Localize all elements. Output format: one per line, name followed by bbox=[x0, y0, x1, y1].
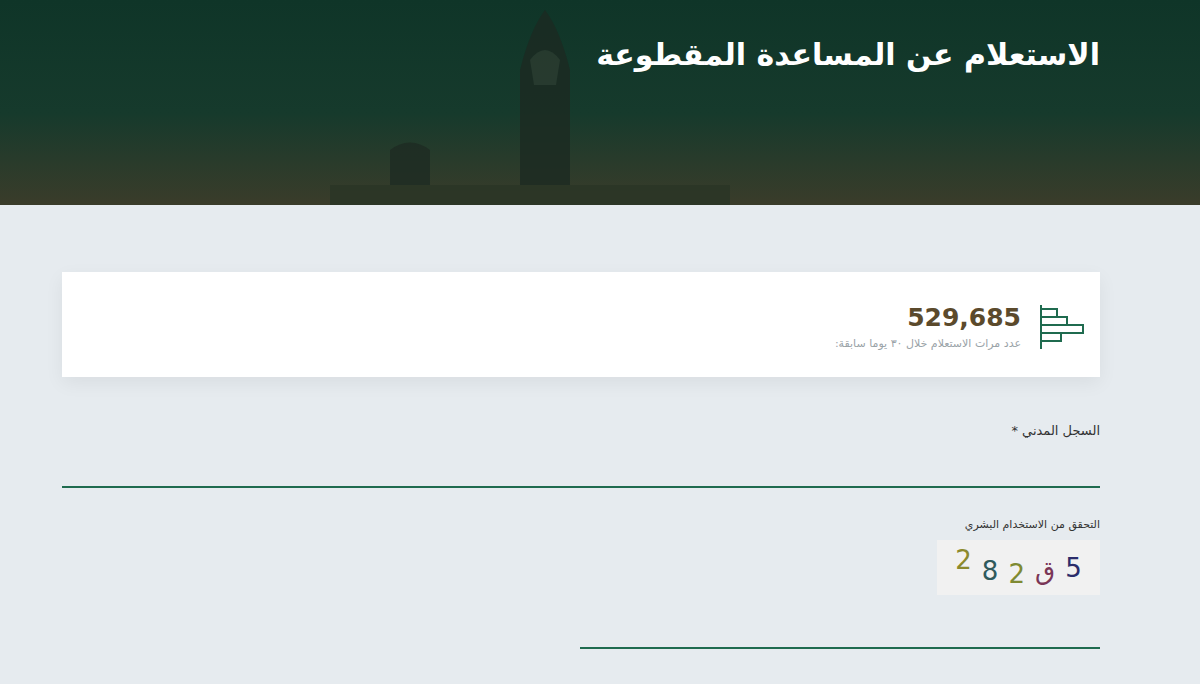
captcha-label: التحقق من الاستخدام البشري bbox=[965, 518, 1100, 532]
inquiry-count: 529,685 bbox=[835, 303, 1021, 333]
national-id-label: السجل المدني * bbox=[1011, 423, 1100, 440]
captcha-image: 282ق5 bbox=[937, 540, 1100, 595]
captcha-character: 2 bbox=[1008, 561, 1025, 587]
captcha-field: التحقق من الاستخدام البشري282ق5 bbox=[62, 518, 1100, 649]
captcha-character: ق bbox=[1035, 557, 1055, 583]
bar-chart-icon bbox=[1037, 303, 1085, 351]
captcha-character: 8 bbox=[982, 558, 999, 584]
skyline-icon bbox=[330, 0, 730, 205]
inquiry-caption: عدد مرات الاستعلام خلال ٣٠ يوما سابقة: bbox=[835, 337, 1021, 350]
national-id-field: السجل المدني * bbox=[62, 423, 1100, 488]
captcha-character: 5 bbox=[1065, 555, 1082, 581]
captcha-input[interactable] bbox=[580, 595, 1100, 649]
captcha-character: 2 bbox=[955, 547, 972, 573]
page: الاستعلام عن المساعدة المقطوعة 529,685 عدد… bbox=[0, 0, 1200, 684]
content: 529,685 عدد مرات الاستعلام خلال ٣٠ يوما س… bbox=[0, 205, 1200, 649]
stats-text: 529,685 عدد مرات الاستعلام خلال ٣٠ يوما س… bbox=[835, 303, 1021, 350]
stats-card: 529,685 عدد مرات الاستعلام خلال ٣٠ يوما س… bbox=[62, 272, 1100, 377]
page-header: الاستعلام عن المساعدة المقطوعة bbox=[0, 0, 1200, 205]
national-id-input[interactable] bbox=[62, 440, 1100, 488]
page-title: الاستعلام عن المساعدة المقطوعة bbox=[0, 0, 1200, 76]
